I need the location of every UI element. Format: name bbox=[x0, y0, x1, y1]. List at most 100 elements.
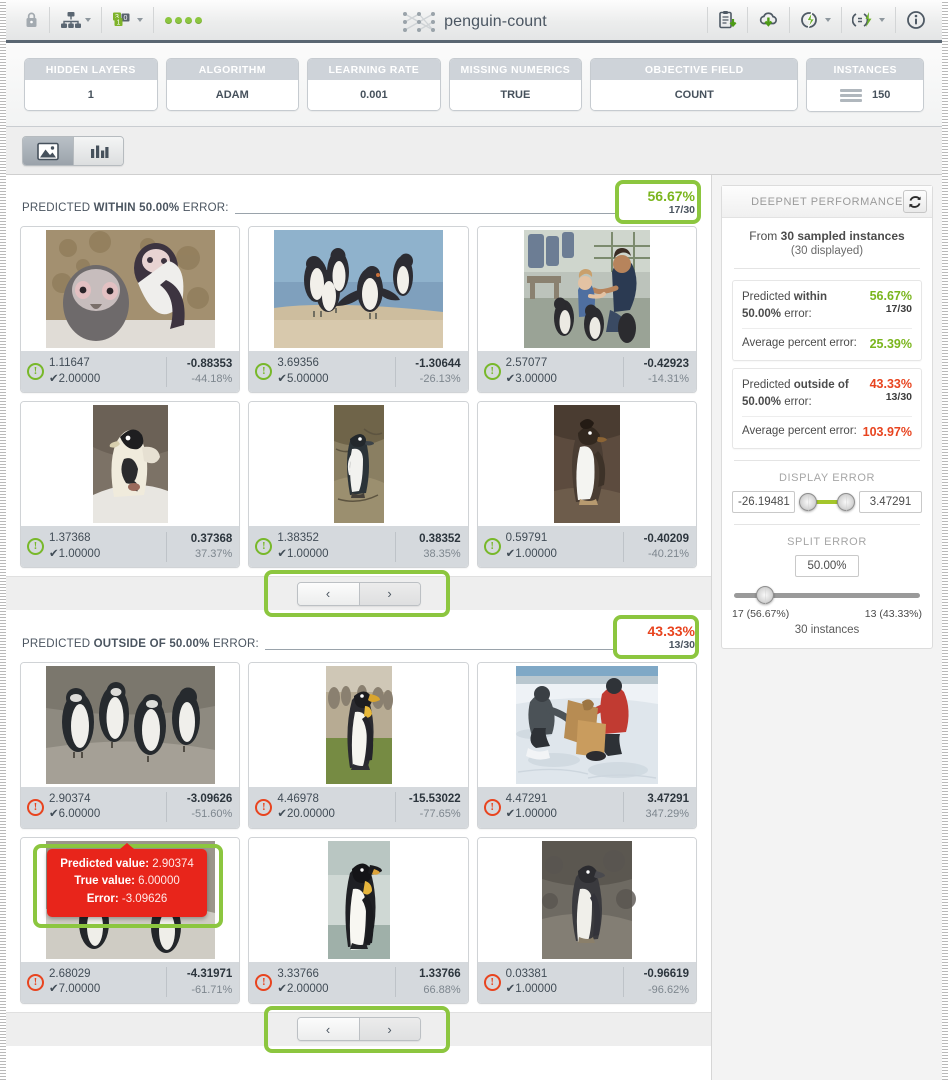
tooltip-predicted-label: Predicted value: bbox=[60, 857, 150, 870]
error-percent: -77.65% bbox=[419, 808, 461, 821]
true-value: ✔3.00000 bbox=[505, 372, 557, 385]
photo-emperor-penguin bbox=[265, 838, 451, 961]
predicted-value: 3.69356 bbox=[277, 357, 319, 370]
panel-body: From 30 sampled instances (30 displayed)… bbox=[722, 218, 932, 648]
display-error-max-input[interactable]: 3.47291 bbox=[859, 491, 922, 514]
card-footer: ! 1.11647 ✔2.00000 -0.88353 -44.18% bbox=[21, 351, 240, 393]
clipboard-download-icon[interactable] bbox=[710, 5, 745, 35]
display-error-title: DISPLAY ERROR bbox=[778, 472, 876, 485]
error-absolute: -15.53022 bbox=[408, 792, 461, 805]
prediction-card[interactable]: ! 2.68029 ✔7.00000 -4.31971 -61.71% Pred… bbox=[20, 836, 241, 1004]
tooltip-true-label: True value: bbox=[74, 875, 135, 888]
batch-prediction-icon[interactable] bbox=[844, 5, 893, 35]
tab-chart[interactable] bbox=[73, 137, 123, 165]
sitemap-icon[interactable] bbox=[52, 5, 99, 35]
tab-images[interactable] bbox=[23, 137, 73, 165]
info-icon[interactable] bbox=[898, 5, 934, 35]
card-footer: ! 3.69356 ✔5.00000 -1.30644 -26.13% bbox=[249, 351, 468, 393]
card-footer: ! 0.59791 ✔1.00000 -0.40209 -40.21% bbox=[477, 526, 696, 568]
toolbar-divider bbox=[895, 7, 896, 33]
prediction-card[interactable]: ! 2.90374 ✔6.00000 -3.09626 -51.60% bbox=[20, 661, 241, 829]
card-photo bbox=[249, 837, 468, 962]
error-percent: 37.37% bbox=[195, 548, 233, 561]
page-frame: 301 penguin-count HIDDEN LAYERS 1 ALGORI… bbox=[0, 0, 948, 1080]
section-title: PREDICTED WITHIN 50.00% ERROR: bbox=[22, 202, 229, 218]
error-percent: 347.29% bbox=[645, 808, 689, 821]
true-value: ✔6.00000 bbox=[49, 808, 101, 821]
refresh-icon[interactable] bbox=[903, 190, 927, 213]
toolbar-left-group: 301 bbox=[16, 5, 211, 35]
tooltip-error-value: -3.09626 bbox=[121, 893, 168, 906]
section-header-outside: PREDICTED OUTSIDE OF 50.00% ERROR: 43.33… bbox=[6, 610, 711, 660]
prediction-card[interactable]: ! 2.57077 ✔3.00000 -0.42923 -14.31% bbox=[476, 226, 697, 394]
config-label: LEARNING RATE bbox=[308, 59, 440, 80]
cards-grid-within: ! 1.11647 ✔2.00000 -0.88353 -44.18% ! 3.… bbox=[6, 218, 711, 569]
dataset-icon[interactable]: 301 bbox=[104, 5, 151, 35]
pager-bar-outside: ‹ › bbox=[6, 1005, 711, 1053]
bar-chart-icon bbox=[90, 145, 108, 158]
prediction-card[interactable]: ! 3.33766 ✔2.00000 1.33766 66.88% bbox=[248, 836, 469, 1004]
section-title-suffix: ERROR: bbox=[209, 637, 259, 650]
error-absolute: 3.47291 bbox=[647, 792, 689, 805]
divider bbox=[734, 524, 920, 526]
stat-label: Predicted within 50.00% error: bbox=[742, 291, 827, 320]
cloud-download-icon[interactable] bbox=[750, 5, 787, 35]
tooltip-true-value: 6.00000 bbox=[138, 875, 180, 888]
tooltip-predicted-value: 2.90374 bbox=[152, 857, 194, 870]
view-tabs-bar bbox=[6, 127, 942, 175]
display-error-max-knob[interactable] bbox=[837, 493, 855, 512]
lock-icon[interactable] bbox=[16, 5, 47, 35]
predicted-value: 1.37368 bbox=[49, 532, 91, 545]
card-footer: ! 1.38352 ✔1.00000 0.38352 38.35% bbox=[249, 526, 468, 568]
status-dot bbox=[185, 16, 192, 24]
pager-bar-within: ‹ › bbox=[6, 570, 711, 618]
pager-next-button[interactable]: › bbox=[358, 582, 420, 605]
flash-action-icon[interactable] bbox=[792, 5, 839, 35]
true-value: ✔1.00000 bbox=[505, 547, 557, 560]
toolbar-divider bbox=[707, 7, 708, 33]
config-value: ADAM bbox=[166, 80, 299, 110]
avg-error-value: 25.39% bbox=[869, 336, 912, 351]
app-toolbar: 301 penguin-count bbox=[6, 0, 942, 43]
prediction-card[interactable]: ! 4.46978 ✔20.00000 -15.53022 -77.65% bbox=[248, 661, 469, 829]
split-error-value[interactable]: 50.00% bbox=[795, 555, 859, 578]
predicted-value: 0.03381 bbox=[505, 967, 548, 980]
error-absolute: -0.40209 bbox=[643, 532, 689, 545]
pager-next-button[interactable]: › bbox=[358, 1018, 420, 1041]
prediction-card[interactable]: ! 4.47291 ✔1.00000 3.47291 347.29% bbox=[476, 661, 697, 829]
section-fraction: 13/30 bbox=[668, 639, 695, 652]
sidebar: DEEPNET PERFORMANCE From 30 sampled inst… bbox=[711, 175, 942, 1080]
photo-rockhopper bbox=[494, 403, 680, 526]
displayed-count: (30 displayed) bbox=[790, 245, 864, 257]
stat-label: Predicted outside of 50.00% error: bbox=[742, 379, 849, 408]
config-hidden-layers: HIDDEN LAYERS 1 bbox=[24, 58, 158, 111]
toolbar-divider bbox=[101, 7, 102, 33]
true-value: ✔1.00000 bbox=[277, 547, 329, 560]
prediction-card[interactable]: ! 1.11647 ✔2.00000 -0.88353 -44.18% bbox=[20, 226, 241, 394]
deepnet-icon bbox=[403, 11, 436, 32]
config-strip: HIDDEN LAYERS 1 ALGORITHM ADAM LEARNING … bbox=[6, 43, 942, 127]
section-title-suffix: ERROR: bbox=[179, 202, 229, 215]
card-photo bbox=[477, 402, 696, 527]
split-error-knob[interactable] bbox=[756, 586, 775, 605]
pager-prev-button[interactable]: ‹ bbox=[297, 582, 359, 605]
prediction-card[interactable]: ! 1.37368 ✔1.00000 0.37368 37.37% bbox=[20, 401, 241, 569]
pager-prev-button[interactable]: ‹ bbox=[297, 1018, 359, 1041]
prediction-card[interactable]: ! 3.69356 ✔5.00000 -1.30644 -26.13% bbox=[248, 226, 469, 394]
card-footer: ! 2.57077 ✔3.00000 -0.42923 -14.31% bbox=[477, 351, 696, 393]
display-error-min-input[interactable]: -26.19481 bbox=[732, 491, 795, 514]
prediction-card[interactable]: ! 1.38352 ✔1.00000 0.38352 38.35% bbox=[248, 401, 469, 569]
section-fraction: 17/30 bbox=[668, 203, 695, 216]
card-photo bbox=[21, 402, 240, 527]
predicted-value: 1.38352 bbox=[277, 532, 319, 545]
display-error-track[interactable] bbox=[799, 493, 855, 512]
prediction-card[interactable]: ! 0.59791 ✔1.00000 -0.40209 -40.21% bbox=[476, 401, 697, 569]
true-value: ✔20.00000 bbox=[277, 808, 335, 821]
error-absolute: 1.33766 bbox=[419, 967, 461, 980]
status-badge-ok: ! bbox=[255, 363, 273, 381]
display-error-min-knob[interactable] bbox=[799, 493, 817, 512]
split-error-title: SPLIT ERROR bbox=[787, 536, 867, 549]
split-error-track[interactable] bbox=[734, 586, 920, 605]
prediction-card[interactable]: ! 0.03381 ✔1.00000 -0.96619 -96.62% bbox=[476, 836, 697, 1004]
photo-adelie-marked bbox=[37, 403, 223, 526]
